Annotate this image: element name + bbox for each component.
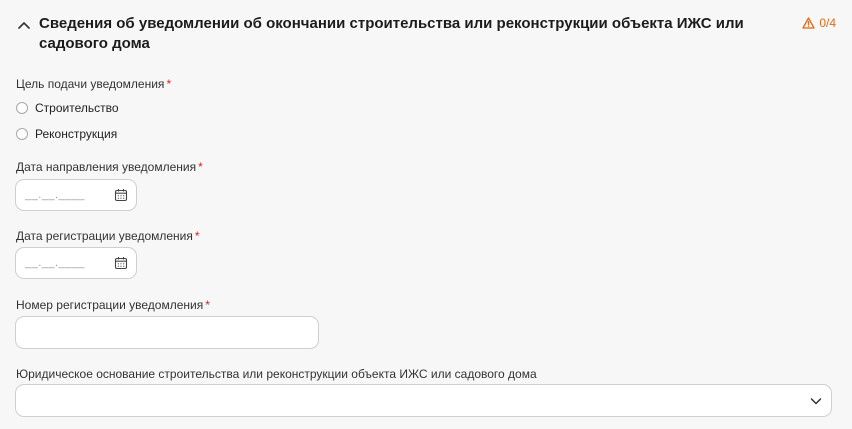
send-date-label: Дата направления уведомления * xyxy=(16,160,203,174)
radio-construction[interactable]: Строительство xyxy=(16,101,119,115)
radio-label: Реконструкция xyxy=(35,127,118,141)
required-mark: * xyxy=(198,160,203,174)
radio-reconstruction[interactable]: Реконструкция xyxy=(16,127,117,141)
send-date-label-text: Дата направления уведомления xyxy=(16,160,197,174)
registration-number-input[interactable] xyxy=(15,316,319,349)
radio-button[interactable] xyxy=(16,102,28,114)
calendar-icon[interactable] xyxy=(114,256,128,270)
section-title: Сведения об уведомлении об окончании стр… xyxy=(39,15,744,52)
date-placeholder: __.__.____ xyxy=(25,257,86,269)
radio-button[interactable] xyxy=(16,128,28,140)
required-mark: * xyxy=(205,298,210,312)
section-header[interactable]: Сведения об уведомлении об окончании стр… xyxy=(16,14,836,54)
counter-value: 0/4 xyxy=(819,16,836,30)
notification-section: Сведения об уведомлении об окончании стр… xyxy=(0,0,852,429)
chevron-down-icon[interactable] xyxy=(810,395,822,407)
completion-counter: 0/4 xyxy=(802,16,836,30)
date-placeholder: __.__.____ xyxy=(25,189,86,201)
required-mark: * xyxy=(166,77,172,91)
purpose-label: Цель подачи уведомления * xyxy=(16,77,171,91)
calendar-icon[interactable] xyxy=(114,188,128,202)
chevron-up-icon[interactable] xyxy=(16,17,32,33)
registration-number-label-text: Номер регистрации уведомления xyxy=(16,298,204,312)
warning-triangle-icon xyxy=(802,17,815,29)
registration-number-label: Номер регистрации уведомления * xyxy=(16,298,210,312)
legal-basis-select[interactable] xyxy=(15,384,832,417)
registration-date-label-text: Дата регистрации уведомления xyxy=(16,229,193,243)
registration-date-label: Дата регистрации уведомления * xyxy=(16,229,200,243)
purpose-label-text: Цель подачи уведомления xyxy=(16,77,165,91)
radio-label: Строительство xyxy=(35,101,119,115)
send-date-input[interactable]: __.__.____ xyxy=(15,179,137,211)
legal-basis-label: Юридическое основание строительства или … xyxy=(16,367,537,381)
required-mark: * xyxy=(194,229,200,243)
registration-date-input[interactable]: __.__.____ xyxy=(15,247,137,279)
